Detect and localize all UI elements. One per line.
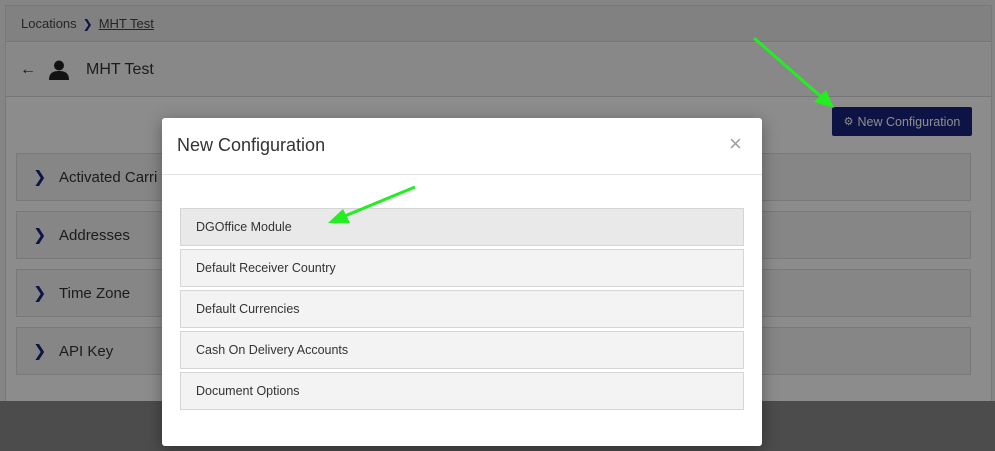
option-default-currencies[interactable]: Default Currencies <box>180 290 744 328</box>
option-dgoffice-module[interactable]: DGOffice Module <box>180 208 744 246</box>
modal-title: New Configuration <box>177 135 326 155</box>
option-document-options[interactable]: Document Options <box>180 372 744 410</box>
option-default-receiver-country[interactable]: Default Receiver Country <box>180 249 744 287</box>
new-configuration-modal: New Configuration × DGOffice Module Defa… <box>162 118 762 446</box>
modal-header: New Configuration × <box>162 118 762 175</box>
option-cash-on-delivery-accounts[interactable]: Cash On Delivery Accounts <box>180 331 744 369</box>
close-icon[interactable]: × <box>729 131 742 157</box>
